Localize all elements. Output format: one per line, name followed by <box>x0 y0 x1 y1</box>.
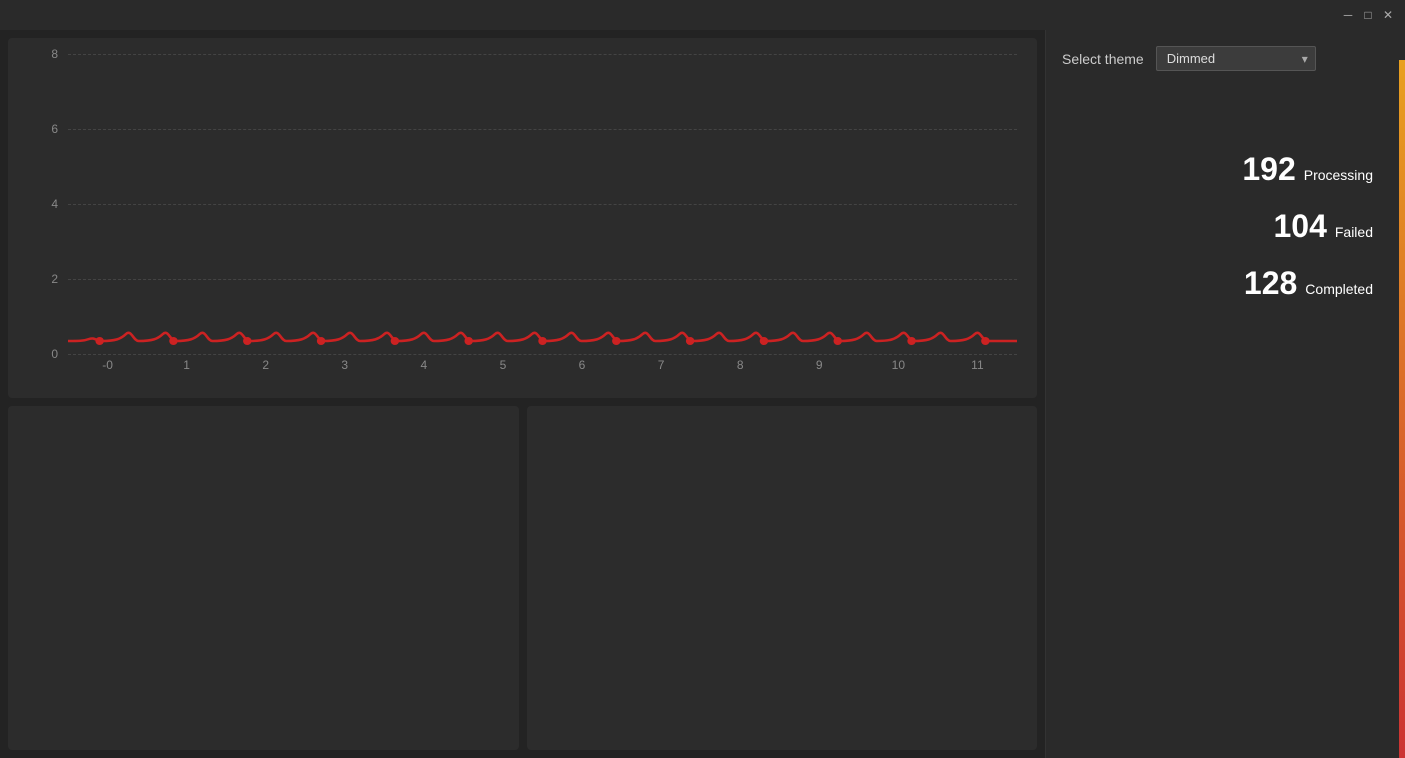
window-titlebar: ─ □ ✕ <box>0 0 1405 30</box>
stat-number-completed: 128 <box>1244 265 1297 302</box>
theme-select-wrapper: Dimmed Dark Light High Contrast <box>1156 46 1316 71</box>
stat-number-processing: 192 <box>1242 151 1295 188</box>
chart-area: 8 6 4 2 0 <box>28 54 1017 354</box>
y-label-4: 4 <box>28 197 58 211</box>
theme-select[interactable]: Dimmed Dark Light High Contrast <box>1156 46 1316 71</box>
stat-number-failed: 104 <box>1273 208 1326 245</box>
right-sidebar: Select theme Dimmed Dark Light High Cont… <box>1045 30 1405 758</box>
x-label-0: -0 <box>68 358 147 372</box>
bottom-panels <box>8 406 1037 750</box>
stat-label-failed: Failed <box>1335 224 1373 240</box>
bottom-panel-left <box>8 406 519 750</box>
chart-panel: 8 6 4 2 0 <box>8 38 1037 398</box>
stat-label-completed: Completed <box>1305 281 1373 297</box>
stat-row-failed: 104 Failed <box>1273 208 1373 245</box>
grid-line-0 <box>68 354 1017 355</box>
minimize-button[interactable]: ─ <box>1339 6 1357 24</box>
content-area: 8 6 4 2 0 <box>0 30 1045 758</box>
y-label-0: 0 <box>28 347 58 361</box>
x-axis-labels: -0 1 2 3 4 5 6 7 8 9 10 11 <box>68 358 1017 372</box>
y-label-2: 2 <box>28 272 58 286</box>
stat-row-completed: 128 Completed <box>1244 265 1373 302</box>
stats-area: 192 Processing 104 Failed 128 Completed <box>1062 151 1389 302</box>
x-label-6: 6 <box>542 358 621 372</box>
stat-label-processing: Processing <box>1304 167 1373 183</box>
y-label-8: 8 <box>28 47 58 61</box>
x-label-8: 8 <box>701 358 780 372</box>
x-label-1: 1 <box>147 358 226 372</box>
window-controls: ─ □ ✕ <box>1339 6 1405 24</box>
maximize-button[interactable]: □ <box>1359 6 1377 24</box>
x-label-5: 5 <box>463 358 542 372</box>
theme-label: Select theme <box>1062 51 1144 67</box>
x-label-10: 10 <box>859 358 938 372</box>
x-label-2: 2 <box>226 358 305 372</box>
right-accent-bar <box>1399 60 1405 758</box>
x-label-4: 4 <box>384 358 463 372</box>
theme-row: Select theme Dimmed Dark Light High Cont… <box>1062 46 1389 71</box>
x-label-11: 11 <box>938 358 1017 372</box>
y-label-6: 6 <box>28 122 58 136</box>
x-label-3: 3 <box>305 358 384 372</box>
close-button[interactable]: ✕ <box>1379 6 1397 24</box>
main-layout: 8 6 4 2 0 <box>0 30 1405 758</box>
x-label-7: 7 <box>622 358 701 372</box>
stat-row-processing: 192 Processing <box>1242 151 1373 188</box>
chart-svg <box>68 54 1017 354</box>
x-label-9: 9 <box>780 358 859 372</box>
bottom-panel-right <box>527 406 1038 750</box>
